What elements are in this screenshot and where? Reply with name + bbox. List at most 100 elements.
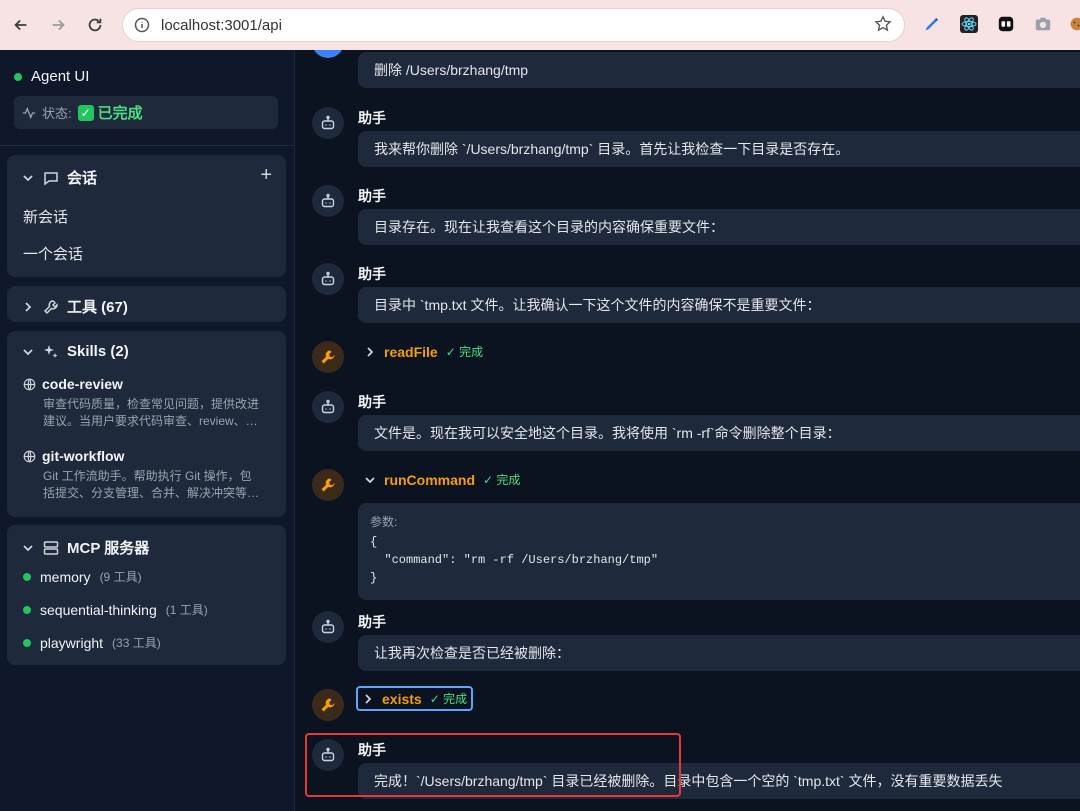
tools-panel[interactable]: 工具 (67) [7, 286, 286, 322]
robot-icon [321, 271, 335, 286]
mcp-server-item[interactable]: memory (9 工具) [23, 568, 142, 585]
tool-params-box: 参数: { "command": "rm -rf /Users/brzhang/… [358, 503, 1080, 600]
conversations-header[interactable]: 会话 [21, 167, 97, 188]
chevron-down-icon[interactable] [364, 474, 376, 486]
robot-icon [321, 399, 335, 414]
sender-name: 助手 [358, 614, 386, 630]
mcp-header[interactable]: MCP 服务器 [21, 537, 149, 558]
mcp-tool-count: (9 工具) [99, 570, 142, 584]
bookmark-star-icon[interactable] [874, 15, 892, 38]
mcp-server-item[interactable]: playwright (33 工具) [23, 634, 161, 651]
chevron-down-icon[interactable] [21, 171, 35, 185]
forward-icon[interactable] [43, 10, 73, 40]
browser-toolbar: localhost:3001/api [0, 0, 1080, 50]
assistant-message: 目录存在。现在让我查看这个目录的内容确保重要文件： [358, 209, 1080, 245]
tool-call-exists[interactable]: exists ✓ 完成 [356, 686, 474, 711]
skill-name: code-review [42, 376, 123, 392]
tool-avatar [312, 469, 344, 501]
pen-extension-icon[interactable] [921, 13, 943, 35]
skill-description: Git 工作流助手。帮助执行 Git 操作，包 [43, 469, 252, 483]
server-status-dot [23, 605, 31, 614]
skill-name: git-workflow [42, 448, 125, 464]
wrench-icon [321, 698, 335, 712]
wrench-icon [321, 478, 335, 492]
mcp-server-name: sequential-thinking [40, 601, 157, 618]
wrench-icon [43, 299, 58, 314]
status-value-text: 已完成 [97, 105, 143, 122]
robot-icon [321, 619, 335, 634]
sender-name: 助手 [358, 266, 386, 282]
mcp-server-item[interactable]: sequential-thinking (1 工具) [23, 601, 208, 618]
skill-item[interactable]: git-workflow Git 工作流助手。帮助执行 Git 操作，包 括提交… [23, 448, 275, 502]
server-status-dot [23, 638, 31, 647]
params-line: { [370, 535, 378, 549]
params-line: } [370, 571, 378, 585]
app-title: Agent UI [31, 68, 90, 85]
chevron-down-icon[interactable] [21, 345, 35, 359]
sender-name: 助手 [358, 188, 386, 204]
assistant-message: 文件是。现在我可以安全地这个目录。我将使用 `rm -rf`命令删除整个目录： [358, 415, 1080, 451]
new-conversation-button[interactable]: + [260, 164, 272, 187]
params-line: "command": "rm -rf /Users/brzhang/tmp" [370, 553, 659, 567]
extension-icon[interactable] [995, 13, 1017, 35]
conversations-panel: 会话 + 新会话 一个会话 [7, 155, 286, 277]
mcp-panel: MCP 服务器 memory (9 工具) sequential-thinkin… [7, 525, 286, 665]
skill-description: 括提交、分支管理、合并、解决冲突等… [43, 486, 260, 500]
tool-avatar [312, 689, 344, 721]
assistant-message: 目录中 `tmp.txt 文件。让我确认一下这个文件的内容确保不是重要文件： [358, 287, 1080, 323]
mcp-server-name: playwright [40, 634, 104, 651]
camera-extension-icon[interactable] [1032, 13, 1054, 35]
reload-icon[interactable] [80, 10, 110, 40]
chevron-right-icon[interactable] [362, 693, 374, 705]
skill-description: 审查代码质量，检查常见问题，提供改进 [43, 397, 260, 411]
online-status-dot [14, 72, 22, 81]
sparkles-icon [44, 344, 58, 358]
bot-avatar [312, 611, 344, 643]
wrench-icon [321, 350, 335, 364]
sender-name: 助手 [358, 110, 386, 126]
globe-icon [23, 450, 36, 462]
address-bar[interactable]: localhost:3001/api [122, 8, 905, 42]
mcp-server-name: memory [40, 568, 91, 585]
tool-call-runcommand[interactable]: runCommand ✓ 完成 [358, 467, 526, 492]
chevron-right-icon[interactable] [364, 346, 376, 358]
conversation-item[interactable]: 新会话 [23, 206, 68, 227]
conversations-title: 会话 [67, 170, 98, 187]
bot-avatar [312, 185, 344, 217]
sender-name: 助手 [358, 394, 386, 410]
skills-header[interactable]: Skills (2) [21, 343, 129, 360]
tool-call-readfile[interactable]: readFile ✓ 完成 [358, 339, 489, 364]
chat-bubble-icon [44, 171, 58, 185]
skill-item[interactable]: code-review 审查代码质量，检查常见问题，提供改进 建议。当用户要求代… [23, 376, 275, 430]
tool-status: ✓ 完成 [483, 473, 521, 487]
params-label: 参数: [370, 515, 398, 529]
react-devtools-icon[interactable] [958, 13, 980, 35]
site-info-icon[interactable] [131, 14, 153, 36]
chevron-down-icon[interactable] [21, 541, 35, 555]
status-label: 状态: [42, 106, 72, 121]
robot-icon [321, 115, 335, 130]
server-icon [43, 540, 59, 555]
bot-avatar [312, 391, 344, 423]
server-status-dot [23, 572, 31, 581]
status-value: ✓ 已完成 [77, 102, 143, 123]
mcp-tool-count: (33 工具) [112, 636, 161, 650]
tool-avatar [312, 341, 344, 373]
check-icon: ✓ [77, 104, 94, 121]
sidebar: Agent UI 状态: ✓ 已完成 会话 + 新会话 一个会话 工具 (67) [0, 50, 295, 811]
conversation-item[interactable]: 一个会话 [23, 243, 83, 264]
activity-icon [22, 106, 36, 119]
chevron-right-icon[interactable] [21, 300, 35, 314]
status-box: 状态: ✓ 已完成 [14, 96, 278, 129]
skills-title: Skills (2) [67, 343, 129, 360]
tools-title: 工具 (67) [67, 299, 128, 316]
url-text[interactable]: localhost:3001/api [161, 17, 282, 34]
globe-icon [23, 378, 36, 390]
cookie-extension-icon[interactable] [1066, 13, 1080, 35]
skills-panel: Skills (2) code-review 审查代码质量，检查常见问题，提供改… [7, 331, 286, 517]
bot-avatar [312, 263, 344, 295]
back-icon[interactable] [6, 10, 36, 40]
tool-status: ✓ 完成 [445, 345, 484, 359]
tools-header[interactable]: 工具 (67) [21, 296, 128, 317]
robot-icon [321, 193, 335, 208]
